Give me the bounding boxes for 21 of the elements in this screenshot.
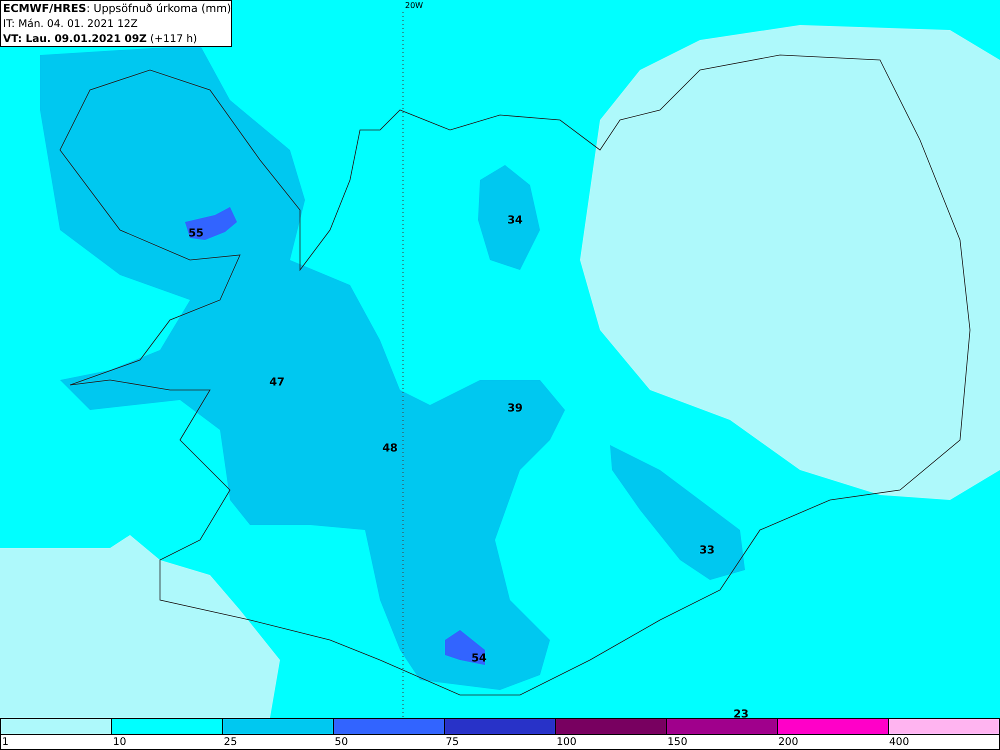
legend-tick-label: 400 bbox=[888, 736, 910, 748]
legend-tick-label: 200 bbox=[777, 736, 798, 748]
legend-tick-label: 25 bbox=[222, 736, 238, 748]
precipitation-value: 55 bbox=[188, 226, 204, 240]
legend-tick-label: 50 bbox=[334, 736, 348, 748]
precipitation-value: 33 bbox=[699, 544, 715, 556]
meridian-label: 20W bbox=[405, 1, 424, 10]
legend-tick-label: 150 bbox=[666, 736, 688, 748]
legend-tick-label: 100 bbox=[555, 736, 576, 748]
precipitation-value: 47 bbox=[269, 376, 285, 388]
precipitation-value: 48 bbox=[382, 442, 398, 454]
legend-tick-label: 1 bbox=[1, 736, 9, 748]
init-time-text: IT: Mán. 04. 01. 2021 12Z bbox=[3, 17, 139, 32]
precipitation-value: 23 bbox=[733, 708, 749, 718]
legend-tick-label: 75 bbox=[444, 736, 459, 748]
precipitation-value: 39 bbox=[507, 402, 523, 414]
precipitation-value: 54 bbox=[471, 652, 487, 664]
valid-time-text: VT: Lau. 09.01.2021 09Z (+117 h) bbox=[3, 32, 198, 47]
legend-tick-label: 10 bbox=[112, 736, 126, 748]
map-title: ECMWF/HRES: Uppsöfnuð úrkoma (mm) bbox=[3, 1, 232, 16]
precipitation-value: 34 bbox=[507, 214, 523, 226]
